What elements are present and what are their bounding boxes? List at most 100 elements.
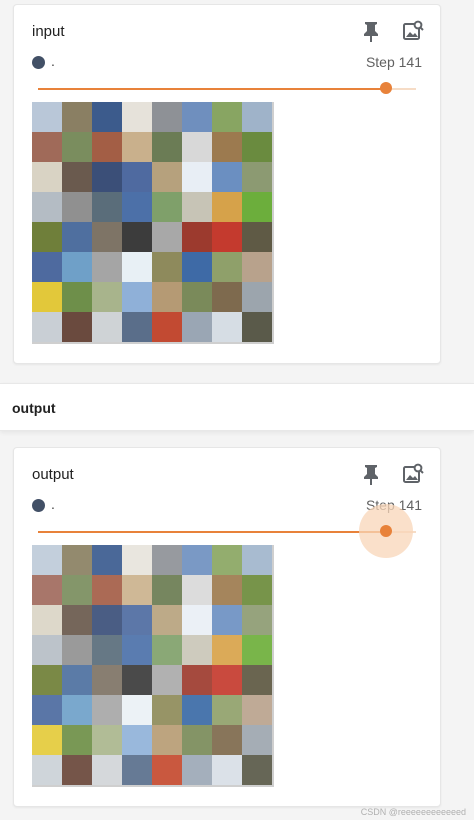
image-thumbnail <box>32 192 62 222</box>
image-thumbnail <box>62 312 92 342</box>
image-thumbnail <box>92 635 122 665</box>
image-search-icon[interactable] <box>401 19 425 43</box>
image-thumbnail <box>62 575 92 605</box>
image-thumbnail <box>32 545 62 575</box>
image-thumbnail <box>212 695 242 725</box>
image-grid <box>32 545 274 787</box>
image-thumbnail <box>62 132 92 162</box>
image-thumbnail <box>32 755 62 785</box>
image-thumbnail <box>182 695 212 725</box>
image-thumbnail <box>152 695 182 725</box>
image-thumbnail <box>242 252 272 282</box>
image-thumbnail <box>122 665 152 695</box>
image-thumbnail <box>182 192 212 222</box>
image-thumbnail <box>122 132 152 162</box>
image-thumbnail <box>92 665 122 695</box>
image-thumbnail <box>32 725 62 755</box>
image-thumbnail <box>32 605 62 635</box>
image-thumbnail <box>212 102 242 132</box>
image-thumbnail <box>32 162 62 192</box>
pin-icon[interactable] <box>359 462 383 486</box>
card-title: input <box>32 23 65 40</box>
image-thumbnail <box>242 282 272 312</box>
image-thumbnail <box>32 635 62 665</box>
step-label: Step 141 <box>365 54 422 70</box>
image-thumbnail <box>212 605 242 635</box>
image-thumbnail <box>32 282 62 312</box>
image-thumbnail <box>152 222 182 252</box>
image-thumbnail <box>152 252 182 282</box>
image-thumbnail <box>122 102 152 132</box>
image-thumbnail <box>122 162 152 192</box>
image-thumbnail <box>212 192 242 222</box>
image-thumbnail <box>212 575 242 605</box>
image-thumbnail <box>152 282 182 312</box>
image-thumbnail <box>122 605 152 635</box>
image-thumbnail <box>62 725 92 755</box>
image-thumbnail <box>242 755 272 785</box>
slider-thumb[interactable] <box>379 82 392 94</box>
image-thumbnail <box>212 312 242 342</box>
image-thumbnail <box>92 312 122 342</box>
image-thumbnail <box>122 545 152 575</box>
image-thumbnail <box>122 282 152 312</box>
image-thumbnail <box>242 575 272 605</box>
run-color-dot <box>32 56 45 69</box>
image-thumbnail <box>242 695 272 725</box>
image-thumbnail <box>62 162 92 192</box>
image-thumbnail <box>242 102 272 132</box>
image-thumbnail <box>212 665 242 695</box>
image-search-icon[interactable] <box>401 462 425 486</box>
image-thumbnail <box>182 725 212 755</box>
image-thumbnail <box>32 102 62 132</box>
slider-thumb[interactable] <box>379 525 392 537</box>
image-thumbnail <box>62 605 92 635</box>
watermark: CSDN @reeeeeeeeeeeed <box>360 807 466 817</box>
image-thumbnail <box>152 192 182 222</box>
image-thumbnail <box>92 695 122 725</box>
section-header: output <box>0 383 474 431</box>
image-thumbnail <box>242 162 272 192</box>
image-thumbnail <box>212 545 242 575</box>
image-thumbnail <box>212 132 242 162</box>
image-thumbnail <box>152 635 182 665</box>
image-thumbnail <box>152 162 182 192</box>
image-thumbnail <box>32 132 62 162</box>
image-thumbnail <box>182 162 212 192</box>
image-thumbnail <box>122 252 152 282</box>
run-name: . <box>51 53 55 69</box>
image-thumbnail <box>242 312 272 342</box>
image-thumbnail <box>152 755 182 785</box>
run-name: . <box>51 496 55 512</box>
image-thumbnail <box>152 605 182 635</box>
step-slider[interactable] <box>38 504 416 558</box>
image-thumbnail <box>182 132 212 162</box>
image-thumbnail <box>122 695 152 725</box>
image-thumbnail <box>62 665 92 695</box>
image-thumbnail <box>32 695 62 725</box>
pin-icon[interactable] <box>359 19 383 43</box>
image-thumbnail <box>92 545 122 575</box>
image-thumbnail <box>242 725 272 755</box>
image-thumbnail <box>92 605 122 635</box>
image-thumbnail <box>32 222 62 252</box>
slider-fill <box>38 88 386 90</box>
card-title: output <box>32 466 74 483</box>
image-thumbnail <box>182 282 212 312</box>
image-thumbnail <box>182 755 212 785</box>
image-thumbnail <box>212 282 242 312</box>
image-thumbnail <box>152 312 182 342</box>
image-thumbnail <box>212 635 242 665</box>
image-thumbnail <box>182 605 212 635</box>
run-color-dot <box>32 499 45 512</box>
image-thumbnail <box>152 665 182 695</box>
step-slider[interactable] <box>38 82 416 94</box>
image-thumbnail <box>152 725 182 755</box>
image-thumbnail <box>242 222 272 252</box>
image-thumbnail <box>122 725 152 755</box>
image-thumbnail <box>32 665 62 695</box>
image-thumbnail <box>152 102 182 132</box>
image-thumbnail <box>92 102 122 132</box>
image-thumbnail <box>152 575 182 605</box>
image-thumbnail <box>122 192 152 222</box>
